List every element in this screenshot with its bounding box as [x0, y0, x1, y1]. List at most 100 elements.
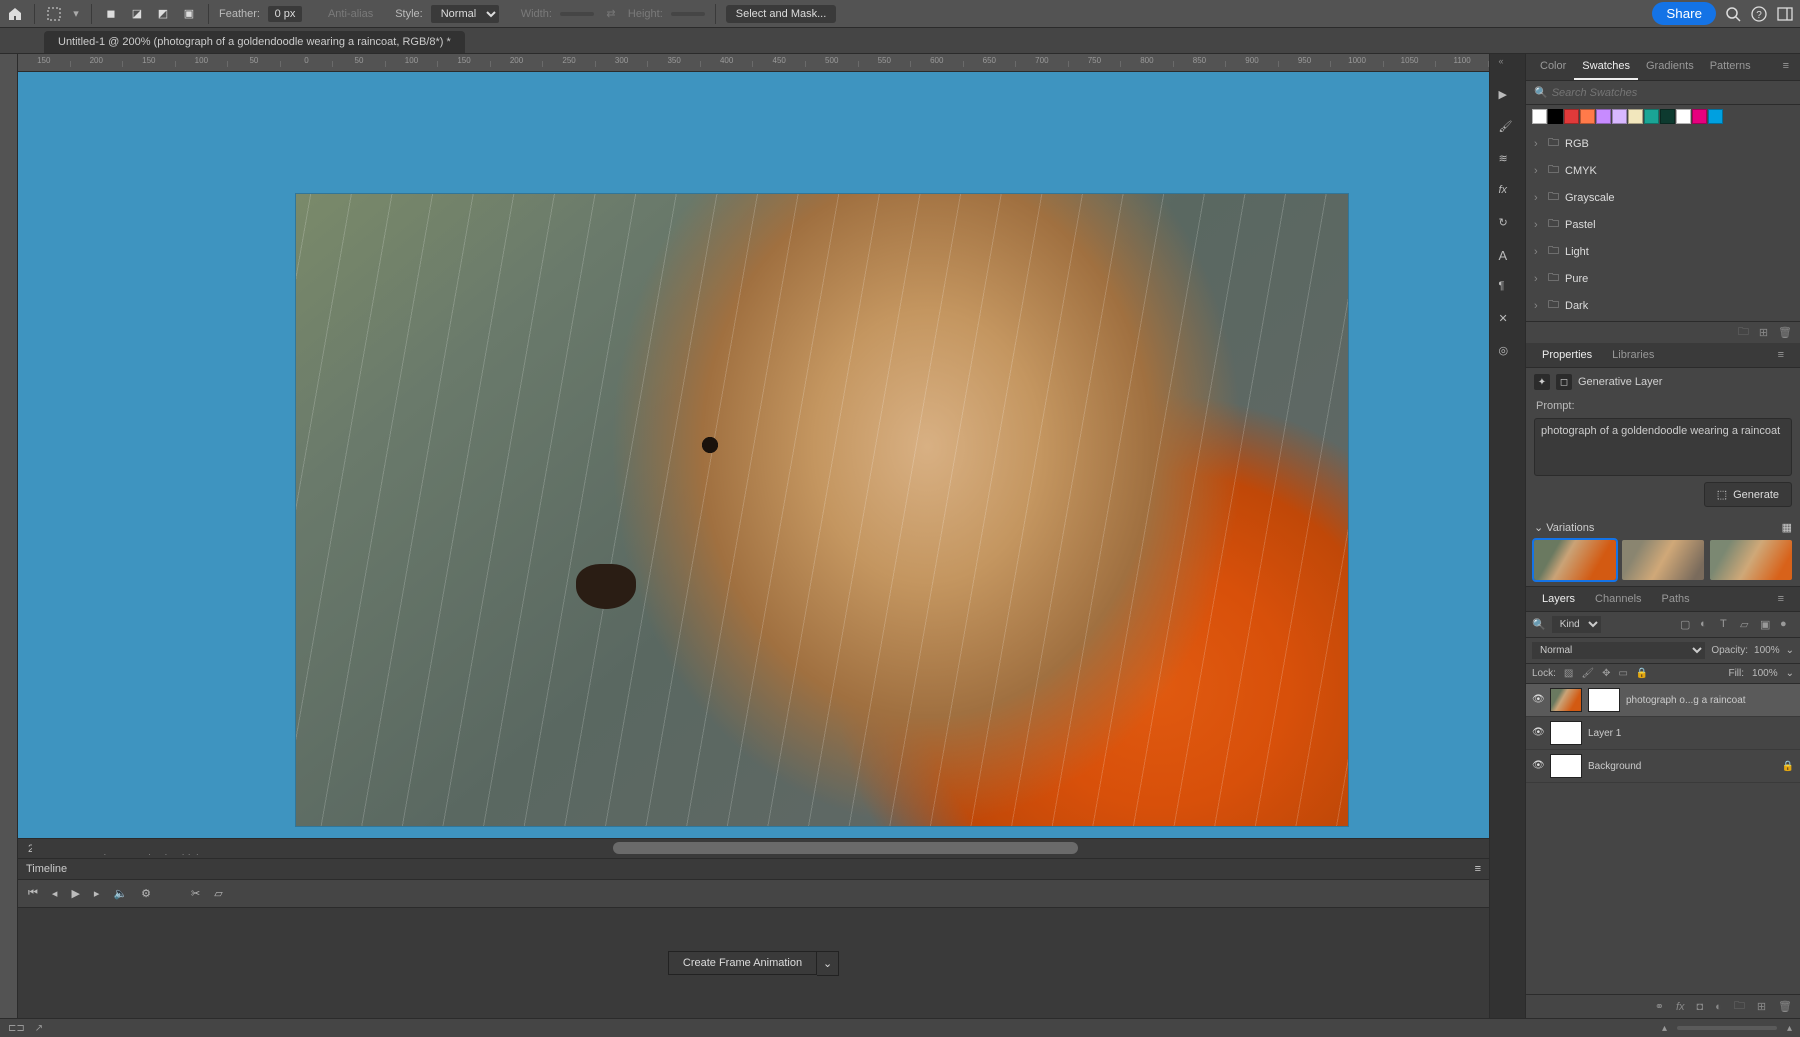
layer-kind-filter[interactable]: Kind	[1552, 616, 1601, 633]
prev-frame-icon[interactable]: ◂	[52, 887, 58, 900]
swatch-folder[interactable]: ›🗀Grayscale	[1526, 184, 1800, 211]
create-frame-animation-button[interactable]: Create Frame Animation	[668, 951, 817, 975]
zoom-slider[interactable]	[1677, 1026, 1777, 1030]
tab-properties[interactable]: Properties	[1532, 343, 1602, 367]
filter-type-icon[interactable]: T	[1720, 618, 1734, 632]
swatch[interactable]	[1564, 109, 1579, 124]
help-icon[interactable]: ?	[1750, 5, 1768, 23]
split-icon[interactable]: ✂	[191, 887, 200, 900]
swatch-folder[interactable]: ›🗀Light	[1526, 238, 1800, 265]
cc-libraries-icon[interactable]: ◎	[1499, 344, 1517, 362]
swatches-search-input[interactable]	[1552, 87, 1792, 99]
canvas-image[interactable]	[296, 194, 1348, 826]
share-button[interactable]: Share	[1652, 2, 1716, 25]
layer-name[interactable]: photograph o...g a raincoat	[1626, 695, 1794, 706]
workspace-icon[interactable]	[1776, 5, 1794, 23]
history-icon[interactable]: ↻	[1499, 216, 1517, 234]
new-layer-icon[interactable]: ⊞	[1757, 1000, 1766, 1013]
next-frame-icon[interactable]: ▸	[94, 887, 100, 900]
search-icon[interactable]	[1724, 5, 1742, 23]
lock-all-icon[interactable]: 🔒	[1636, 668, 1648, 679]
lock-transparent-icon[interactable]: ▨	[1564, 668, 1573, 679]
tab-channels[interactable]: Channels	[1585, 587, 1651, 611]
swatch[interactable]	[1708, 109, 1723, 124]
collapse-icon[interactable]: «	[1499, 56, 1517, 74]
create-frame-dropdown[interactable]: ⌄	[817, 951, 839, 976]
variations-label[interactable]: ⌄ Variations	[1534, 521, 1594, 534]
first-frame-icon[interactable]: ⏮	[28, 887, 38, 900]
visibility-icon[interactable]: 👁	[1532, 727, 1544, 739]
layer-name[interactable]: Background	[1588, 761, 1776, 772]
new-swatch-icon[interactable]: ⊞	[1759, 326, 1768, 339]
status-handle-icon[interactable]: ⊏⊐	[8, 1023, 25, 1034]
layer-group-icon[interactable]: 🗀	[1734, 997, 1745, 1016]
swatch[interactable]	[1660, 109, 1675, 124]
audio-icon[interactable]: 🔈	[113, 887, 127, 900]
new-selection-icon[interactable]: ◼	[102, 5, 120, 23]
horizontal-scrollbar[interactable]	[32, 842, 1485, 854]
subtract-selection-icon[interactable]: ◩	[154, 5, 172, 23]
filter-smart-icon[interactable]: ▣	[1760, 618, 1774, 632]
variation-2[interactable]	[1622, 540, 1704, 580]
layer-thumb[interactable]	[1550, 754, 1582, 778]
delete-swatch-icon[interactable]: 🗑	[1778, 326, 1792, 339]
swatch-folder[interactable]: ›🗀CMYK	[1526, 157, 1800, 184]
lock-artboard-icon[interactable]: ▭	[1618, 668, 1627, 679]
layer-fx-icon[interactable]: fx	[1676, 1001, 1685, 1013]
tab-gradients[interactable]: Gradients	[1638, 54, 1702, 80]
prompt-text[interactable]: photograph of a goldendoodle wearing a r…	[1534, 418, 1792, 476]
properties-menu-icon[interactable]: ≡	[1768, 343, 1794, 367]
filter-pixel-icon[interactable]: ▢	[1680, 618, 1694, 632]
layer-mask-thumb[interactable]	[1588, 688, 1620, 712]
play-icon[interactable]: ▶	[71, 887, 79, 900]
visibility-icon[interactable]: 👁	[1532, 760, 1544, 772]
blend-mode-select[interactable]: Normal	[1532, 642, 1705, 659]
swatch[interactable]	[1548, 109, 1563, 124]
panel-menu-icon[interactable]: ≡	[1475, 863, 1481, 875]
lock-paint-icon[interactable]: 🖌	[1581, 668, 1594, 679]
canvas-area[interactable]: 1502001501005005010015020025030035040045…	[18, 54, 1489, 1018]
layers-menu-icon[interactable]: ≡	[1768, 587, 1794, 611]
tool-settings-icon[interactable]: ✕	[1499, 312, 1517, 330]
fill-dropdown-icon[interactable]: ⌄	[1786, 668, 1794, 679]
settings-icon[interactable]: ⚙	[141, 887, 151, 900]
variation-1[interactable]	[1534, 540, 1616, 580]
swatch[interactable]	[1676, 109, 1691, 124]
swatch-folder[interactable]: ›🗀Pure	[1526, 265, 1800, 292]
select-and-mask-button[interactable]: Select and Mask...	[726, 5, 837, 23]
adjustments-icon[interactable]: ≋	[1499, 152, 1517, 170]
swatch[interactable]	[1580, 109, 1595, 124]
swatch[interactable]	[1532, 109, 1547, 124]
adjustment-layer-icon[interactable]: ◐	[1715, 1001, 1722, 1013]
properties-generate-button[interactable]: ⬚Generate	[1704, 482, 1792, 507]
layer-name[interactable]: Layer 1	[1588, 728, 1794, 739]
layer-row[interactable]: 👁 Layer 1	[1526, 717, 1800, 750]
feather-value[interactable]: 0 px	[268, 6, 302, 22]
zoom-out-icon[interactable]: ▴	[1662, 1023, 1667, 1034]
delete-layer-icon[interactable]: 🗑	[1778, 1000, 1792, 1013]
layer-thumb[interactable]	[1550, 721, 1582, 745]
zoom-in-icon[interactable]: ▴	[1787, 1023, 1792, 1034]
visibility-icon[interactable]: 👁	[1532, 694, 1544, 706]
marquee-tool-icon[interactable]	[45, 5, 63, 23]
layer-thumb[interactable]	[1550, 688, 1582, 712]
swatch-folder[interactable]: ›🗀Dark	[1526, 292, 1800, 319]
paragraph-icon[interactable]: ¶	[1499, 280, 1517, 298]
tab-paths[interactable]: Paths	[1652, 587, 1700, 611]
layer-row[interactable]: 👁Background🔒	[1526, 750, 1800, 783]
new-group-icon[interactable]: 🗀	[1738, 323, 1749, 342]
fill-value[interactable]: 100%	[1752, 668, 1778, 679]
filter-toggle-icon[interactable]: ●	[1780, 618, 1794, 632]
tab-layers[interactable]: Layers	[1532, 587, 1585, 611]
link-layers-icon[interactable]: ⚭	[1655, 1000, 1664, 1013]
character-icon[interactable]: A	[1499, 248, 1517, 266]
tab-color[interactable]: Color	[1532, 54, 1574, 80]
filter-shape-icon[interactable]: ▱	[1740, 618, 1754, 632]
layer-mask-icon[interactable]: ◘	[1697, 1001, 1704, 1013]
styles-icon[interactable]: fx	[1499, 184, 1517, 202]
layer-row[interactable]: 👁 photograph o...g a raincoat	[1526, 684, 1800, 717]
swatches-menu-icon[interactable]: ≡	[1775, 54, 1797, 80]
swatch-folder[interactable]: ›🗀Pastel	[1526, 211, 1800, 238]
opacity-dropdown-icon[interactable]: ⌄	[1786, 645, 1794, 656]
swatch-folder[interactable]: ›🗀RGB	[1526, 130, 1800, 157]
